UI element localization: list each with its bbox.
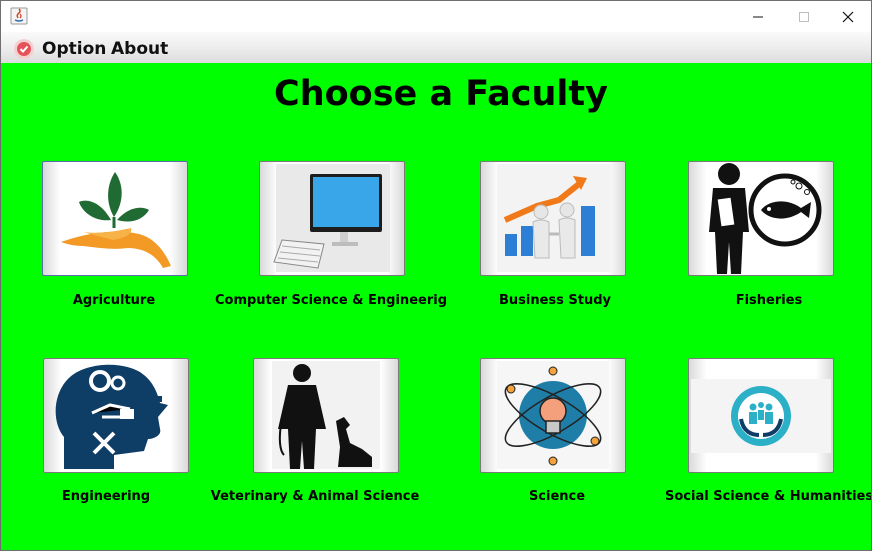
faculty-label: Science [528, 489, 586, 504]
menu-bar: Option About [1, 32, 871, 63]
java-app-icon [10, 7, 28, 25]
faculty-label: Fisheries [735, 293, 803, 308]
people-hands-icon [691, 379, 831, 453]
page-title: Choose a Faculty [274, 74, 608, 114]
maximize-button[interactable] [781, 1, 827, 32]
faculty-label: Engineering [61, 489, 151, 504]
minimize-icon [753, 16, 763, 17]
faculty-button-agriculture[interactable] [42, 161, 188, 276]
faculty-button-science[interactable] [480, 358, 626, 473]
maximize-icon [799, 11, 809, 22]
faculty-button-business-study[interactable] [480, 161, 626, 276]
computer-icon [273, 164, 390, 272]
menu-about[interactable]: About [111, 39, 168, 59]
engineering-head-icon [55, 364, 169, 469]
close-button[interactable] [825, 1, 871, 32]
check-badge-icon [13, 38, 35, 60]
faculty-label: Business Study [498, 293, 612, 308]
app-window: Option About Choose a Faculty Agricultur… [0, 0, 872, 551]
faculty-label: Veterinary & Animal Science [210, 489, 420, 504]
business-growth-icon [497, 164, 611, 272]
faculty-button-engineering[interactable] [43, 358, 189, 473]
faculty-button-veterinary[interactable] [253, 358, 399, 473]
faculty-button-fisheries[interactable] [688, 161, 834, 276]
menu-option[interactable]: Option [42, 39, 106, 59]
title-bar [1, 1, 871, 32]
fisheries-icon [709, 163, 822, 274]
science-bulb-icon [497, 361, 609, 469]
faculty-label: Social Science & Humanities [665, 489, 872, 504]
minimize-button[interactable] [735, 1, 781, 32]
close-icon [842, 11, 854, 22]
veterinarian-dog-icon [272, 361, 380, 469]
faculty-button-computer-science[interactable] [259, 161, 405, 276]
faculty-panel: Choose a Faculty Agriculture Computer Sc… [1, 63, 871, 550]
faculty-button-social-science[interactable] [688, 358, 834, 473]
faculty-label: Agriculture [72, 293, 156, 308]
faculty-label: Computer Science & Engineerig [214, 293, 447, 308]
plant-hand-icon [61, 172, 171, 268]
